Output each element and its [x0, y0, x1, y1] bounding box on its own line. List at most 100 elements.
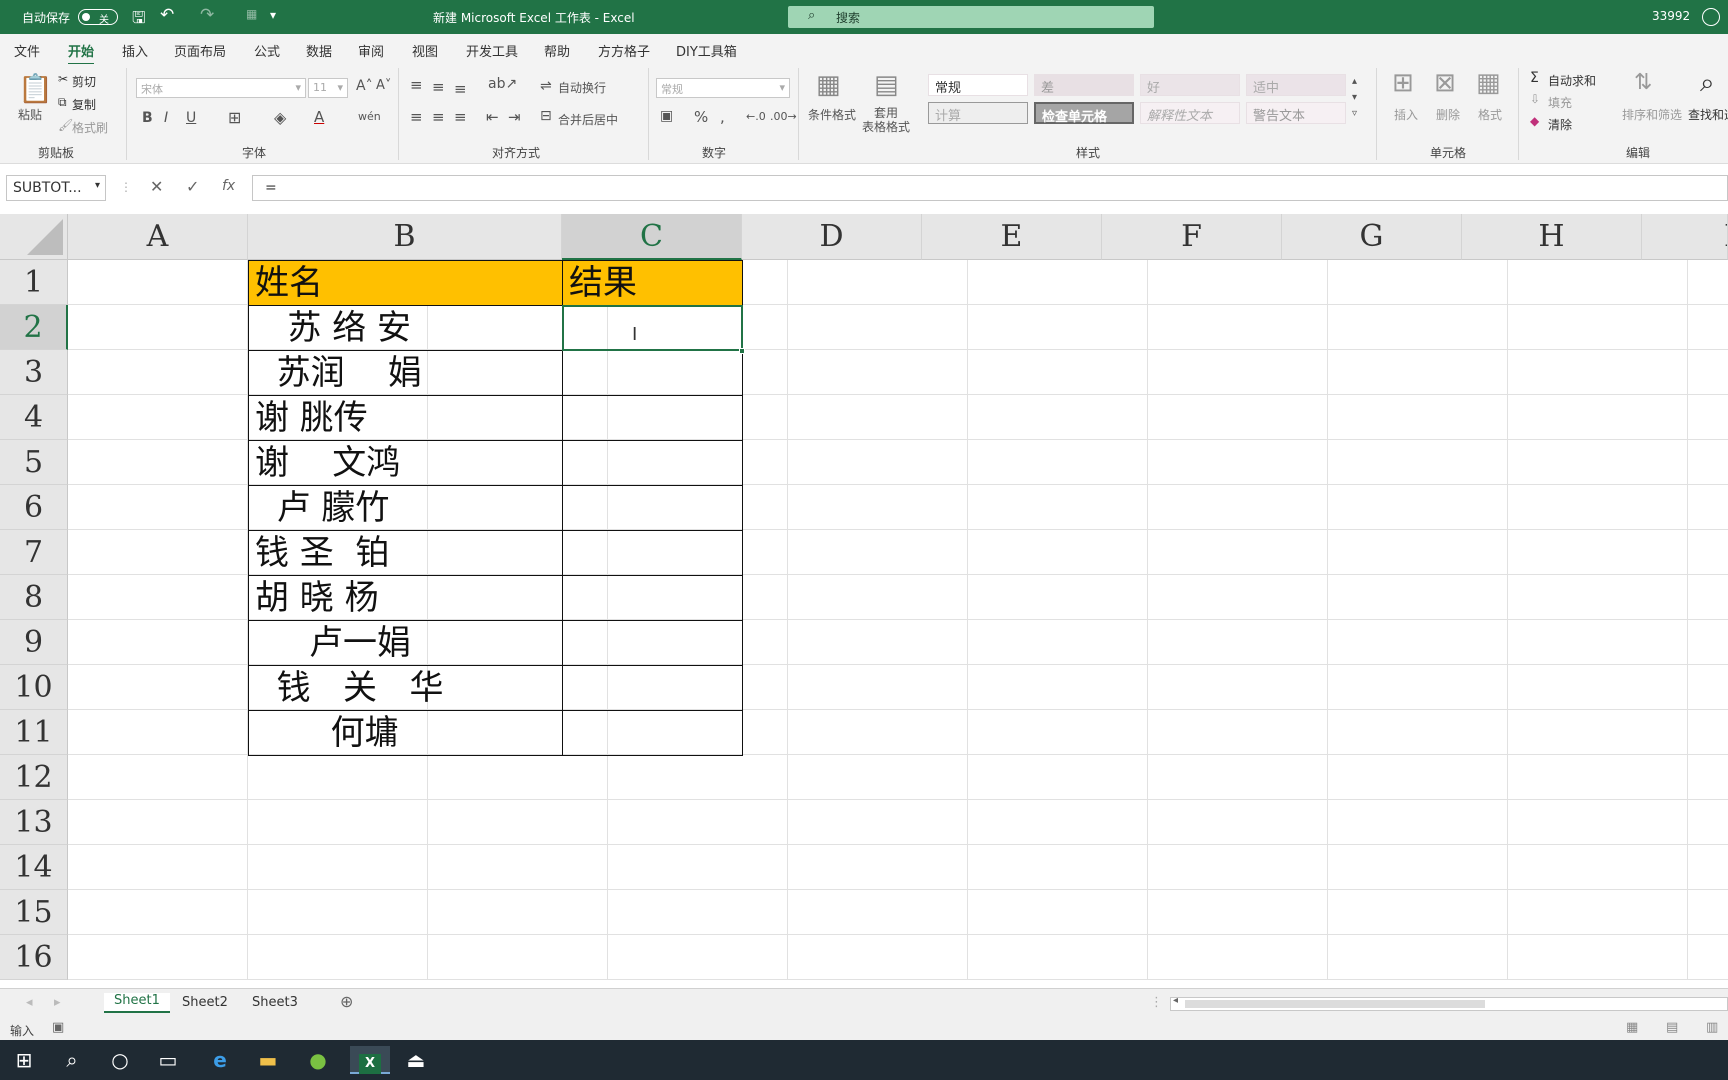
increase-font-icon[interactable]: A˄ — [356, 78, 373, 94]
cell-b5[interactable]: 谢 文鸿 — [248, 440, 563, 486]
conditional-format-icon[interactable]: ▦ — [816, 70, 841, 100]
copy-button[interactable]: 复制 — [72, 96, 96, 113]
column-header-g[interactable]: G — [1282, 214, 1462, 260]
column-header-c[interactable]: C — [562, 214, 742, 260]
find-icon[interactable]: ⌕ — [1700, 68, 1715, 99]
autosave-toggle[interactable]: 关 — [78, 9, 118, 26]
tab-formulas[interactable]: 公式 — [254, 41, 280, 60]
row-header-16[interactable]: 16 — [0, 935, 68, 980]
merge-center-button[interactable]: 合并后居中 — [558, 111, 618, 128]
column-header-b[interactable]: B — [248, 214, 562, 260]
eraser-icon[interactable]: ◆ — [1530, 114, 1539, 128]
delete-cells-icon[interactable]: ⊠ — [1434, 68, 1456, 98]
autosum-button[interactable]: 自动求和 — [1548, 72, 1596, 89]
row-header-7[interactable]: 7 — [0, 530, 68, 575]
cell-c5[interactable] — [562, 440, 743, 486]
tab-diy-toolbox[interactable]: DIY工具箱 — [676, 41, 737, 60]
cell-c4[interactable] — [562, 395, 743, 441]
cell-c11[interactable] — [562, 710, 743, 756]
tab-file[interactable]: 文件 — [14, 41, 40, 60]
tab-data[interactable]: 数据 — [306, 41, 332, 60]
style-warning[interactable]: 警告文本 — [1246, 102, 1346, 124]
format-cells-icon[interactable]: ▦ — [1476, 68, 1501, 98]
cell-b4[interactable]: 谢 朓传 — [248, 395, 563, 441]
fill-icon[interactable]: ⇩ — [1530, 92, 1540, 106]
browser-app-icon[interactable]: ● — [302, 1046, 334, 1074]
fill-handle[interactable] — [739, 348, 745, 354]
align-middle-icon[interactable]: ≡ — [432, 78, 445, 96]
row-header-4[interactable]: 4 — [0, 395, 68, 440]
cell-c2-active[interactable]: = — [562, 305, 743, 351]
align-right-icon[interactable]: ≡ — [454, 108, 467, 126]
accounting-icon[interactable]: ▣ — [660, 108, 673, 124]
tab-fangfang[interactable]: 方方格子 — [598, 41, 650, 60]
autosum-icon[interactable]: Σ — [1530, 70, 1539, 86]
fill-color-icon[interactable]: ◈ — [274, 108, 286, 127]
cell-b9[interactable]: 卢一娟 — [248, 620, 563, 666]
cell-c7[interactable] — [562, 530, 743, 576]
cancel-icon[interactable]: ✕ — [150, 177, 163, 196]
bold-icon[interactable]: B — [142, 110, 153, 126]
edge-browser-icon[interactable]: e — [204, 1046, 236, 1074]
excel-taskbar-icon[interactable]: X — [350, 1046, 390, 1074]
tab-help[interactable]: 帮助 — [544, 41, 570, 60]
undo-icon[interactable]: ↶ — [160, 5, 174, 25]
cell-b6[interactable]: 卢 朦竹 — [248, 485, 563, 531]
style-explanatory[interactable]: 解释性文本 — [1140, 102, 1240, 124]
normal-view-icon[interactable]: ▦ — [1626, 1020, 1638, 1035]
form-icon[interactable]: ▦ — [246, 7, 257, 21]
tab-developer[interactable]: 开发工具 — [466, 41, 518, 60]
cell-c8[interactable] — [562, 575, 743, 621]
style-neutral[interactable]: 适中 — [1246, 74, 1346, 96]
italic-icon[interactable]: I — [164, 110, 168, 126]
tab-review[interactable]: 审阅 — [358, 41, 384, 60]
cell-c3[interactable] — [562, 350, 743, 396]
align-left-icon[interactable]: ≡ — [410, 108, 423, 126]
cut-icon[interactable]: ✂ — [58, 72, 68, 86]
add-sheet-icon[interactable]: ⊕ — [340, 992, 353, 1011]
font-color-icon[interactable]: A — [314, 108, 324, 126]
style-check-cell[interactable]: 检查单元格 — [1034, 102, 1134, 125]
row-header-9[interactable]: 9 — [0, 620, 68, 665]
style-good[interactable]: 好 — [1140, 74, 1240, 96]
column-header-h[interactable]: H — [1462, 214, 1642, 260]
tab-insert[interactable]: 插入 — [122, 41, 148, 60]
horizontal-scrollbar[interactable]: ◂ — [1170, 995, 1728, 1011]
cut-button[interactable]: 剪切 — [72, 73, 96, 90]
avatar-icon[interactable] — [1702, 8, 1720, 26]
orientation-icon[interactable]: ab↗ — [488, 76, 517, 92]
styles-scroll-icon[interactable]: ▴ ▾ ▿ — [1352, 74, 1357, 122]
conditional-format-button[interactable]: 条件格式 — [808, 106, 856, 123]
border-icon[interactable]: ⊞ — [228, 108, 241, 127]
save-icon[interactable]: 🖫 — [132, 7, 146, 34]
row-header-6[interactable]: 6 — [0, 485, 68, 530]
customize-icon[interactable]: ▾ — [270, 8, 276, 22]
delete-cells-button[interactable]: 删除 — [1436, 106, 1460, 123]
format-painter-icon[interactable]: 🖌 — [58, 118, 73, 132]
select-all-corner[interactable] — [0, 214, 68, 260]
row-header-12[interactable]: 12 — [0, 755, 68, 800]
row-header-15[interactable]: 15 — [0, 890, 68, 935]
tab-home[interactable]: 开始 — [68, 41, 95, 66]
clear-button[interactable]: 清除 — [1548, 116, 1572, 133]
tab-page-layout[interactable]: 页面布局 — [174, 41, 226, 60]
cell-c6[interactable] — [562, 485, 743, 531]
decrease-indent-icon[interactable]: ⇤ — [486, 108, 499, 126]
cell-b1[interactable]: 姓名 — [248, 260, 563, 306]
insert-function-icon[interactable]: fx — [222, 178, 235, 194]
paste-icon[interactable]: 📋 — [18, 72, 53, 105]
row-header-14[interactable]: 14 — [0, 845, 68, 890]
decrease-decimal-icon[interactable]: .00→ — [770, 110, 797, 123]
table-format-button[interactable]: 套用 表格格式 — [862, 106, 910, 134]
cortana-icon[interactable]: ○ — [104, 1046, 136, 1074]
cell-b3[interactable]: 苏润 娟 — [248, 350, 563, 396]
row-header-10[interactable]: 10 — [0, 665, 68, 710]
windows-start-icon[interactable]: ⊞ — [8, 1046, 40, 1074]
align-center-icon[interactable]: ≡ — [432, 108, 445, 126]
increase-decimal-icon[interactable]: ←.0 — [746, 110, 766, 123]
merge-center-icon[interactable]: ⊟ — [540, 108, 552, 124]
macro-record-icon[interactable]: ▣ — [52, 1020, 64, 1035]
align-bottom-icon[interactable]: ≡ — [454, 80, 467, 98]
increase-indent-icon[interactable]: ⇥ — [508, 108, 521, 126]
cell-c10[interactable] — [562, 665, 743, 711]
